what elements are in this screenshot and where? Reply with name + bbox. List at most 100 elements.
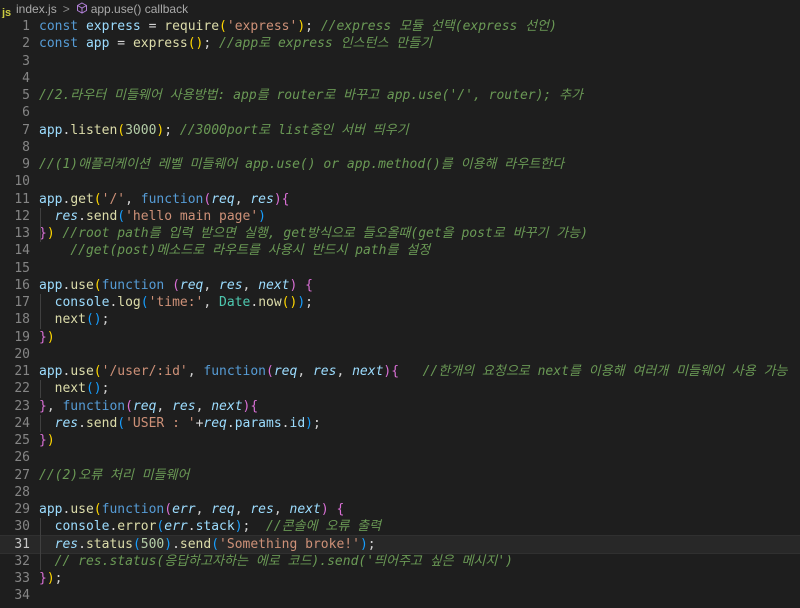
code-line[interactable]: 15 <box>0 260 800 277</box>
code-token: ( <box>266 364 274 379</box>
code-content: //(1)애플리케이션 레벨 미들웨어 app.use() or app.met… <box>39 156 564 173</box>
code-token: send <box>85 208 118 224</box>
code-token: get <box>70 191 94 207</box>
code-token: ) <box>234 519 243 535</box>
line-number: 21 <box>14 364 30 379</box>
line-number: 33 <box>14 571 30 586</box>
code-line[interactable]: 3 <box>0 53 800 70</box>
code-token: next <box>54 381 86 397</box>
code-line[interactable]: 18 next(); <box>0 311 800 328</box>
code-line[interactable]: 7 app.listen(3000); //3000port로 list중인 서버… <box>0 122 800 139</box>
code-token: ) <box>46 226 55 241</box>
code-token: } <box>39 329 47 345</box>
code-line[interactable]: 19}) <box>0 329 800 346</box>
code-line[interactable]: 27 //(2)오류 처리 미들웨어 <box>0 467 800 484</box>
code-token: () <box>85 312 102 328</box>
line-number: 22 <box>14 381 30 397</box>
code-token: , <box>195 502 212 517</box>
code-line[interactable]: 8 <box>0 139 800 156</box>
code-line[interactable]: 1 const express = require('express'); //e… <box>0 18 800 35</box>
code-line[interactable]: 6 <box>0 104 800 121</box>
code-line[interactable]: 34 <box>0 587 800 604</box>
code-line[interactable]: 28 <box>0 484 800 501</box>
line-number: 1 <box>22 19 30 34</box>
code-line[interactable]: 33}); <box>0 570 800 587</box>
code-line[interactable]: 14 //get(post)메소드로 라우트를 사용시 반드시 path를 설정 <box>0 242 800 259</box>
code-line[interactable]: 10 <box>0 173 800 190</box>
code-line[interactable]: 17 console.log('time:', Date.now()); <box>0 294 800 311</box>
code-content: }) <box>39 329 55 346</box>
code-line[interactable]: 31 res.status(500).send('Something broke… <box>0 534 800 554</box>
code-content: app.use(function(err, req, res, next) { <box>39 501 344 518</box>
code-token: ) <box>164 536 173 552</box>
code-token: , <box>203 295 220 310</box>
code-token: use <box>70 277 94 293</box>
line-number: 27 <box>14 467 30 483</box>
code-token: . <box>172 536 180 552</box>
code-token: , <box>273 502 290 517</box>
code-token: //3000port로 list중인 서버 띄우기 <box>179 122 409 138</box>
code-line[interactable]: 29 app.use(function(err, req, res, next) … <box>0 501 800 518</box>
code-line[interactable]: 25}) <box>0 432 800 449</box>
code-token: res <box>172 398 196 414</box>
code-line[interactable]: 12 res.send('hello main page') <box>0 208 800 225</box>
code-token: { <box>391 364 400 379</box>
code-token: ( <box>125 398 133 414</box>
code-token: res <box>250 502 274 517</box>
code-line[interactable]: 23}, function(req, res, next){ <box>0 398 800 415</box>
code-line[interactable]: 5 //2.라우터 미들웨어 사용방법: app를 router로 바꾸고 app… <box>0 87 800 104</box>
code-token: //express 모듈 선택(express 선언) <box>320 19 557 34</box>
code-editor[interactable]: 1 const express = require('express'); //e… <box>0 18 800 605</box>
code-content: console.error(err.stack); //콘솔에 오류 출력 <box>39 518 381 535</box>
breadcrumb-symbol[interactable]: app.use() callback <box>91 2 188 16</box>
code-content: }, function(req, res, next){ <box>39 398 258 415</box>
code-token: ( <box>219 19 227 34</box>
code-token: ( <box>211 536 220 552</box>
code-line[interactable]: 21 app.use('/user/:id', function(req, res… <box>0 363 800 380</box>
code-line[interactable]: 9 //(1)애플리케이션 레벨 미들웨어 app.use() or app.me… <box>0 156 800 173</box>
code-line[interactable]: 26 <box>0 449 800 466</box>
code-content: //get(post)메소드로 라우트를 사용시 반드시 path를 설정 <box>39 242 430 259</box>
code-line[interactable]: 2 const app = express(); //app로 express 인… <box>0 35 800 52</box>
code-line[interactable]: 13}) //root path를 입력 받으면 실행, get방식으로 들오올… <box>0 225 800 242</box>
code-token: '/user/:id' <box>101 364 188 379</box>
line-number: 15 <box>14 260 30 276</box>
code-token: 500 <box>140 536 165 552</box>
code-token: ( <box>140 295 149 310</box>
code-token: //(2)오류 처리 미들웨어 <box>39 467 190 483</box>
code-line[interactable]: 16 app.use(function (req, res, next) { <box>0 277 800 294</box>
code-line[interactable]: 22 next(); <box>0 380 800 397</box>
code-token: params <box>234 415 282 431</box>
line-number: 16 <box>14 277 30 293</box>
code-token: function <box>101 502 165 517</box>
code-content: res.status(500).send('Something broke!')… <box>39 536 376 553</box>
line-number: 25 <box>14 433 30 448</box>
code-line[interactable]: 20 <box>0 346 800 363</box>
code-token: console <box>54 519 110 535</box>
line-number: 17 <box>14 295 30 310</box>
code-line[interactable]: 4 <box>0 70 800 87</box>
code-content: app.use(function (req, res, next) { <box>39 277 313 294</box>
code-line[interactable]: 24 res.send('USER : '+req.params.id); <box>0 415 800 432</box>
code-line[interactable]: 11 app.get('/', function(req, res){ <box>0 191 800 208</box>
code-token: //root path를 입력 받으면 실행, get방식으로 들오올때(get… <box>62 226 589 241</box>
code-token: Date <box>219 295 251 310</box>
code-token: app <box>39 502 63 517</box>
line-number: 34 <box>14 588 30 604</box>
code-line[interactable]: 30 console.error(err.stack); //콘솔에 오류 출력 <box>0 518 800 535</box>
code-token: ( <box>164 502 173 517</box>
code-token: { <box>305 277 313 293</box>
code-token: , <box>195 398 212 414</box>
breadcrumb-file[interactable]: index.js <box>16 2 57 16</box>
code-token: , <box>125 191 141 207</box>
code-token: ; <box>101 312 110 328</box>
code-line[interactable]: 32 // res.status(응답하고자하는 에로 코드).send('띄어… <box>0 553 800 570</box>
line-number: 24 <box>14 415 30 431</box>
line-number: 8 <box>22 139 30 155</box>
code-token: () <box>187 36 204 52</box>
line-number: 13 <box>14 226 30 241</box>
